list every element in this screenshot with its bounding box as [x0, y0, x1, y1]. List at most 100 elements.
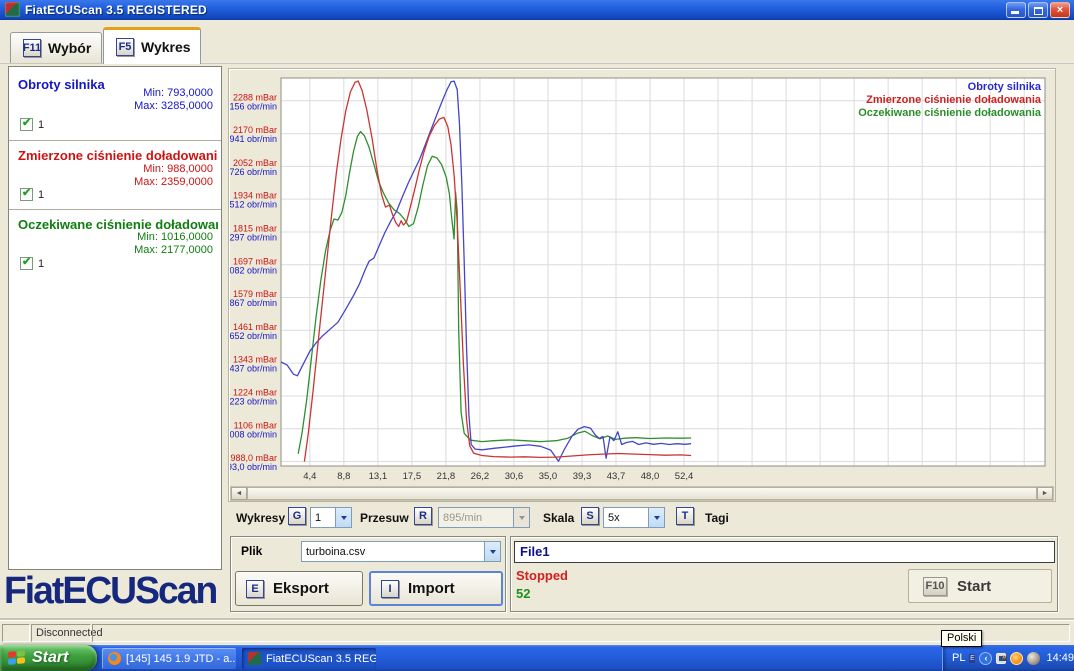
- taskbar-item-browser[interactable]: [145] 145 1.9 JTD - a...: [102, 648, 236, 669]
- s-keycap-button[interactable]: S: [581, 507, 599, 525]
- plik-label: Plik: [241, 544, 262, 558]
- language-indicator[interactable]: PL: [952, 652, 965, 664]
- dropdown-arrow-icon[interactable]: [513, 508, 529, 527]
- windows-flag-icon: [8, 650, 26, 667]
- firefox-icon: [108, 652, 121, 665]
- taskbar-item-fiatecuscan-label: FiatECUScan 3.5 REG...: [266, 653, 376, 665]
- svg-text:13,1: 13,1: [369, 471, 388, 482]
- checkmark-icon: ✔: [22, 116, 31, 129]
- signal-min-measured: Min: 988,0000: [73, 163, 213, 176]
- f11-keycap-icon: F11: [23, 39, 41, 57]
- scrollbar-track[interactable]: [247, 487, 1037, 500]
- sample-counter: 52: [516, 586, 530, 601]
- hide-icons-icon[interactable]: ‹: [979, 652, 992, 665]
- status-bar: Disconnected: [0, 620, 1074, 644]
- signal-min-rpm: Min: 793,0000: [73, 87, 213, 100]
- t-keycap-button[interactable]: T: [676, 507, 694, 525]
- svg-text:1223 obr/min: 1223 obr/min: [230, 396, 277, 406]
- svg-text:52,4: 52,4: [675, 471, 694, 482]
- session-name-input[interactable]: File1: [514, 541, 1055, 563]
- window-controls: ×: [1006, 2, 1070, 18]
- chart-plot[interactable]: 4,48,813,117,521,826,230,635,039,343,748…: [230, 70, 1054, 482]
- minimize-icon: [1011, 11, 1019, 14]
- start-button[interactable]: F10 Start: [908, 569, 1052, 603]
- restore-button[interactable]: [1028, 2, 1048, 18]
- svg-text:Obroty silnika: Obroty silnika: [968, 81, 1042, 93]
- file-select[interactable]: turboina.csv: [301, 541, 501, 562]
- eksport-button[interactable]: E Eksport: [235, 571, 363, 606]
- przesuw-label: Przesuw: [360, 508, 409, 528]
- dropdown-arrow-icon[interactable]: [335, 508, 351, 527]
- tab-wybor[interactable]: F11 Wybór: [10, 32, 102, 63]
- signal-toggle-row-measured: ✔ 1: [20, 188, 44, 201]
- import-button[interactable]: I Import: [369, 571, 503, 606]
- przesuw-select-value: 895/min: [439, 512, 513, 524]
- skala-select-value: 5x: [604, 512, 648, 524]
- svg-text:3156 obr/min: 3156 obr/min: [230, 101, 277, 111]
- taskbar: Start [145] 145 1.9 JTD - a... FiatECUSc…: [0, 645, 1074, 671]
- section-divider: [9, 140, 221, 141]
- acquisition-status: Stopped: [516, 568, 568, 583]
- wykresy-select[interactable]: 1: [310, 507, 352, 528]
- przesuw-select[interactable]: 895/min: [438, 507, 530, 528]
- wykresy-select-value: 1: [311, 512, 335, 524]
- signal-max-measured: Max: 2359,0000: [73, 176, 213, 189]
- i-keycap-icon: I: [381, 580, 399, 598]
- signal-checkbox-measured[interactable]: ✔: [20, 188, 33, 201]
- app-icon: [5, 2, 20, 17]
- signal-checkbox-expected[interactable]: ✔: [20, 257, 33, 270]
- tab-wykres[interactable]: F5 Wykres: [103, 27, 201, 64]
- svg-text:1652 obr/min: 1652 obr/min: [230, 331, 277, 341]
- skala-label: Skala: [543, 508, 574, 528]
- scroll-left-icon[interactable]: ◄: [231, 487, 247, 500]
- network-monitor-icon[interactable]: »: [996, 653, 1006, 664]
- volume-icon[interactable]: [1027, 652, 1040, 665]
- svg-text:35,0: 35,0: [539, 471, 558, 482]
- svg-text:2512 obr/min: 2512 obr/min: [230, 200, 277, 210]
- svg-text:21,8: 21,8: [437, 471, 456, 482]
- checkmark-icon: ✔: [22, 186, 31, 199]
- checkmark-icon: ✔: [22, 255, 31, 268]
- f10-keycap-icon: F10: [923, 577, 947, 596]
- connection-status: Disconnected: [31, 624, 91, 642]
- fiatecuscan-logo: FiatECUScan: [4, 570, 224, 613]
- svg-text:2726 obr/min: 2726 obr/min: [230, 167, 277, 177]
- svg-text:30,6: 30,6: [505, 471, 524, 482]
- e-keycap-icon: E: [246, 580, 264, 598]
- file-groupbox: Plik turboina.csv E Eksport I Import: [230, 536, 506, 612]
- signal-checkbox-rpm[interactable]: ✔: [20, 118, 33, 131]
- svg-text:1867 obr/min: 1867 obr/min: [230, 298, 277, 308]
- r-keycap-button[interactable]: R: [414, 507, 432, 525]
- tagi-label: Tagi: [705, 508, 729, 528]
- signal-toggle-row-expected: ✔ 1: [20, 257, 44, 270]
- language-tooltip: Polski: [941, 630, 982, 647]
- scroll-right-icon[interactable]: ►: [1037, 487, 1053, 500]
- minimize-button[interactable]: [1006, 2, 1026, 18]
- skala-select[interactable]: 5x: [603, 507, 665, 528]
- svg-text:Zmierzone ciśnienie doładowani: Zmierzone ciśnienie doładowania: [866, 94, 1042, 106]
- chart-scrollbar[interactable]: ◄ ►: [230, 486, 1054, 501]
- import-button-label: Import: [408, 580, 455, 597]
- restore-icon: [1034, 7, 1043, 15]
- statusbar-cell-spacer: [92, 624, 1070, 642]
- start-menu-button[interactable]: Start: [0, 645, 97, 671]
- update-agent-icon[interactable]: [1010, 652, 1023, 665]
- svg-text:26,2: 26,2: [471, 471, 490, 482]
- dropdown-arrow-icon[interactable]: [648, 508, 664, 527]
- signals-panel: Obroty silnika Min: 793,0000 Max: 3285,0…: [8, 66, 222, 570]
- taskbar-item-browser-label: [145] 145 1.9 JTD - a...: [126, 653, 236, 665]
- close-button[interactable]: ×: [1050, 2, 1070, 18]
- tab-wybor-label: Wybór: [48, 40, 91, 56]
- dropdown-arrow-icon[interactable]: [484, 542, 500, 561]
- tab-wykres-label: Wykres: [141, 39, 191, 55]
- scrollbar-thumb[interactable]: [247, 487, 1037, 500]
- g-keycap-button[interactable]: G: [288, 507, 306, 525]
- svg-text:2297 obr/min: 2297 obr/min: [230, 232, 277, 242]
- signal-checkbox-label-measured: 1: [38, 189, 44, 201]
- signal-min-expected: Min: 1016,0000: [73, 231, 213, 244]
- close-icon: ×: [1051, 3, 1069, 18]
- svg-text:2082 obr/min: 2082 obr/min: [230, 265, 277, 275]
- signal-minmax-rpm: Min: 793,0000 Max: 3285,0000: [73, 87, 213, 113]
- svg-text:793,0 obr/min: 793,0 obr/min: [230, 462, 277, 472]
- taskbar-item-fiatecuscan[interactable]: FiatECUScan 3.5 REG...: [242, 648, 376, 669]
